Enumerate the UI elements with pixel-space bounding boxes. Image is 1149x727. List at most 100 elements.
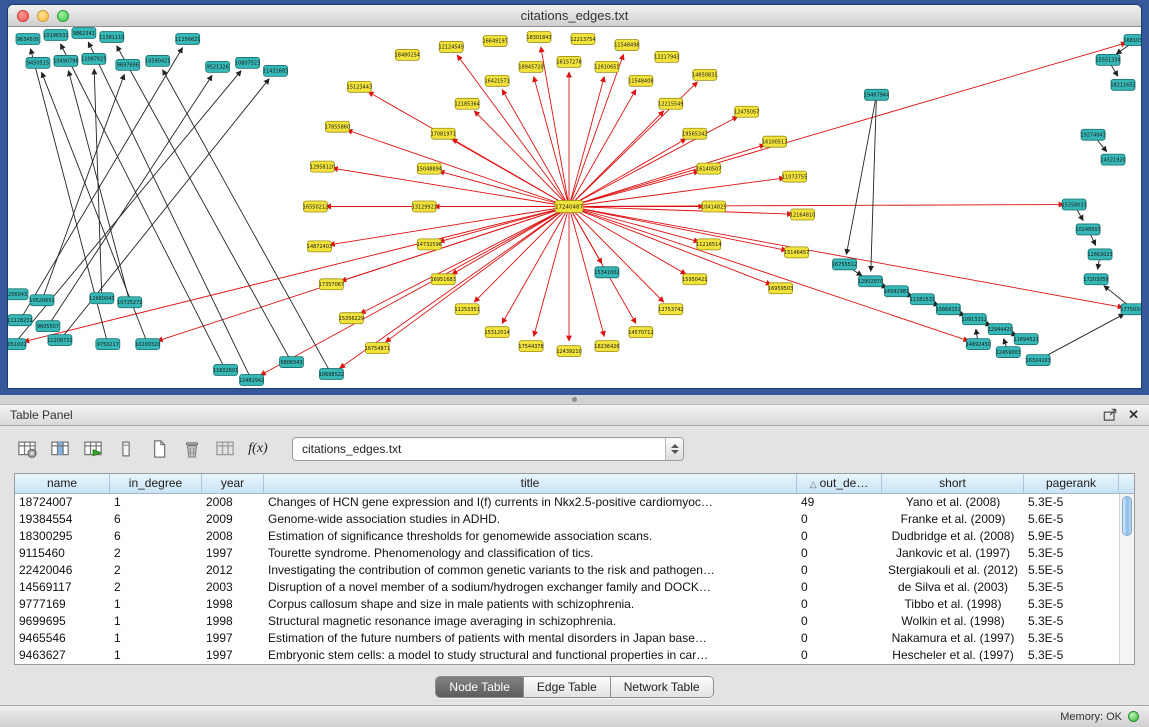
network-node[interactable]: 10200320 — [135, 339, 160, 350]
table-row[interactable]: 911546021997Tourette syndrome. Phenomeno… — [15, 545, 1134, 562]
network-node[interactable]: 16959503 — [768, 283, 793, 294]
scrollbar-thumb[interactable] — [1122, 496, 1132, 536]
network-node[interactable]: 10196531 — [43, 29, 68, 40]
network-node[interactable]: 9256043 — [8, 289, 28, 300]
network-graph[interactable]: 1724048716157278126106511154840812215549… — [8, 27, 1141, 388]
network-node[interactable]: 12944420 — [988, 324, 1013, 335]
network-node[interactable]: 12753742 — [658, 304, 683, 315]
network-node[interactable]: 11087825 — [81, 53, 106, 64]
network-node[interactable]: 15312014 — [484, 327, 509, 338]
table-row[interactable]: 1456911722003Disruption of a novel membe… — [15, 579, 1134, 596]
network-node[interactable]: 16157278 — [556, 56, 581, 67]
network-node[interactable]: 11381531 — [910, 294, 935, 305]
network-node[interactable]: 16324103 — [1026, 355, 1051, 366]
network-node[interactable]: 12164810 — [790, 209, 815, 220]
network-node[interactable]: 10248503 — [1075, 224, 1100, 235]
network-node[interactable]: 18301843 — [526, 31, 551, 42]
network-node[interactable]: 11694521 — [1014, 334, 1039, 345]
network-node[interactable]: 17357067 — [319, 279, 344, 290]
delete-column-icon[interactable] — [179, 437, 205, 461]
network-node[interactable]: 12185364 — [455, 98, 480, 109]
network-node[interactable]: 16550212 — [303, 201, 328, 212]
network-node[interactable]: 15358031 — [1061, 199, 1086, 210]
network-node[interactable]: 18236426 — [594, 341, 619, 352]
table-scrollbar[interactable] — [1119, 494, 1134, 664]
network-node[interactable]: 16755512 — [832, 259, 857, 270]
table-row[interactable]: 969969511998Structural magnetic resonanc… — [15, 613, 1134, 630]
column-header-short[interactable]: short — [882, 474, 1024, 493]
table-row[interactable]: 1872400712008Changes of HCN gene express… — [15, 494, 1134, 511]
column-header-title[interactable]: title — [264, 474, 797, 493]
network-node[interactable]: 11548408 — [628, 75, 653, 86]
network-node[interactable]: 10051002 — [8, 339, 27, 350]
network-node[interactable]: 16421571 — [484, 75, 509, 86]
network-node[interactable]: 14521920 — [1100, 154, 1125, 165]
table-row[interactable]: 946362711997Embryonic stem cells: a mode… — [15, 647, 1134, 664]
minimize-window-button[interactable] — [37, 10, 49, 22]
network-node[interactable]: 10590421 — [145, 55, 170, 66]
close-panel-icon[interactable]: ✕ — [1128, 407, 1139, 423]
network-node[interactable]: 9605507 — [36, 321, 60, 332]
table-row[interactable]: 946554611997Estimation of the future num… — [15, 630, 1134, 647]
network-node[interactable]: 15551334 — [1095, 54, 1120, 65]
network-node[interactable]: 12215549 — [658, 98, 683, 109]
import-table-icon[interactable] — [212, 437, 238, 461]
network-node[interactable]: 10490798 — [53, 55, 78, 66]
network-node[interactable]: 13129921 — [412, 201, 437, 212]
network-node[interactable]: 15123443 — [347, 81, 372, 92]
network-node[interactable]: 10735272 — [117, 297, 142, 308]
network-node[interactable]: 12213754 — [570, 33, 595, 44]
network-node[interactable]: 9806543 — [280, 357, 304, 368]
network-node[interactable]: 15146457 — [784, 247, 809, 258]
network-node[interactable]: 12217943 — [654, 51, 679, 62]
column-header-pagerank[interactable]: pagerank — [1024, 474, 1119, 493]
network-node[interactable]: 19487944 — [864, 89, 889, 100]
network-node[interactable]: 10913312 — [962, 314, 987, 325]
table-row[interactable]: 2242004622012Investigating the contribut… — [15, 562, 1134, 579]
table-row[interactable]: 1938455462009Genome-wide association stu… — [15, 511, 1134, 528]
zoom-window-button[interactable] — [57, 10, 69, 22]
network-node[interactable]: 11381110 — [99, 31, 124, 42]
network-node[interactable]: 16951683 — [431, 274, 456, 285]
network-canvas[interactable]: 1724048716157278126106511154840812215549… — [8, 27, 1141, 388]
network-node[interactable]: 10414825 — [701, 201, 726, 212]
network-node[interactable]: 11431683 — [263, 65, 288, 76]
network-node[interactable]: 15950421 — [682, 274, 707, 285]
network-node[interactable]: 9450515 — [26, 57, 50, 68]
tab-node-table[interactable]: Node Table — [436, 677, 523, 697]
network-node[interactable]: 16754871 — [365, 343, 390, 354]
network-node[interactable]: 12610651 — [594, 61, 619, 72]
network-node[interactable]: 15341002 — [594, 267, 619, 278]
network-node[interactable]: 19274043 — [1080, 129, 1105, 140]
network-node[interactable]: 12958120 — [310, 161, 335, 172]
network-node[interactable]: 11128231 — [8, 315, 33, 326]
network-node[interactable]: 15866151 — [936, 304, 961, 315]
network-node[interactable]: 11208731 — [47, 335, 72, 346]
network-node[interactable]: 15356229 — [339, 313, 364, 324]
close-window-button[interactable] — [17, 10, 29, 22]
new-file-icon[interactable] — [146, 437, 172, 461]
network-node[interactable]: 12663023 — [1087, 249, 1112, 260]
network-node[interactable]: 12124549 — [439, 41, 464, 52]
network-node[interactable]: 9697696 — [116, 59, 140, 70]
network-node[interactable]: 12902970 — [858, 276, 883, 287]
network-node[interactable]: 14872403 — [307, 241, 332, 252]
column-header-name[interactable]: name — [15, 474, 110, 493]
network-node[interactable]: 15048894 — [417, 163, 442, 174]
table-row[interactable]: 1830029562008Estimation of significance … — [15, 528, 1134, 545]
tab-edge-table[interactable]: Edge Table — [523, 677, 610, 697]
panel-splitter[interactable] — [0, 395, 1149, 404]
network-node[interactable]: 11216514 — [696, 239, 721, 250]
network-node[interactable]: 16649197 — [482, 35, 507, 46]
network-node[interactable]: 12482942 — [239, 375, 264, 386]
column-header-in-degree[interactable]: in_degree — [110, 474, 202, 493]
network-node[interactable]: 11073755 — [782, 171, 807, 182]
network-node[interactable]: 9634505 — [16, 33, 40, 44]
network-node[interactable]: 10698522 — [319, 369, 344, 380]
tab-network-table[interactable]: Network Table — [610, 677, 713, 697]
network-node[interactable]: 9750217 — [96, 339, 120, 350]
network-node[interactable]: 19565342 — [682, 128, 707, 139]
edit-columns-icon[interactable] — [80, 437, 106, 461]
network-node[interactable]: 14592981 — [884, 286, 909, 297]
network-node[interactable]: 14732596 — [417, 239, 442, 250]
